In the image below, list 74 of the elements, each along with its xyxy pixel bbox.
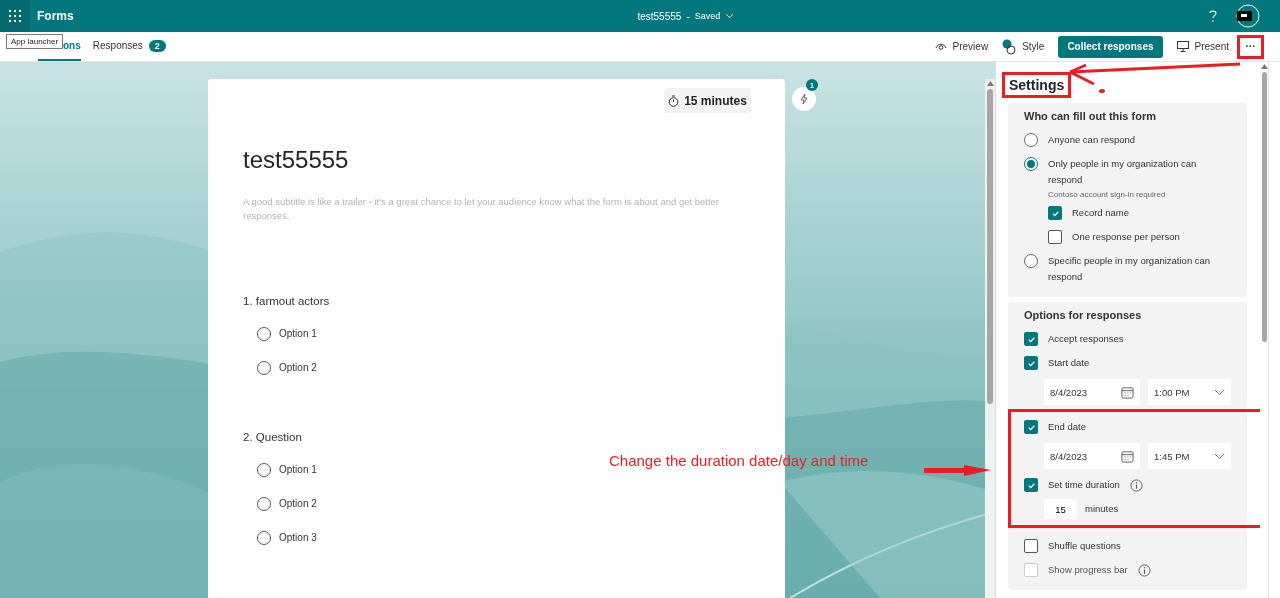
calendar-icon[interactable] — [1121, 449, 1134, 463]
option-label: Anyone can respond — [1048, 133, 1136, 147]
option-label: Set time duration — [1048, 478, 1120, 492]
checkbox[interactable] — [1024, 478, 1038, 492]
option-label: Shuffle questions — [1048, 539, 1121, 553]
style-button[interactable]: Style — [1002, 38, 1045, 55]
question-text[interactable]: 1. farmout actors — [243, 295, 750, 307]
lightning-icon — [799, 93, 809, 105]
option-label: Accept responses — [1048, 332, 1124, 346]
duration-field[interactable]: 15 — [1044, 499, 1077, 519]
radio-button[interactable] — [257, 360, 271, 375]
chevron-down-icon[interactable] — [1214, 388, 1225, 396]
scroll-up-icon[interactable] — [986, 81, 994, 86]
chevron-down-icon — [725, 13, 735, 19]
radio-button[interactable] — [257, 496, 271, 511]
option-label[interactable]: Option 2 — [279, 361, 317, 373]
more-button[interactable]: ··· — [1237, 34, 1264, 59]
option-label: One response per person — [1072, 230, 1180, 244]
form-title-menu[interactable]: test55555 - Saved — [637, 10, 735, 22]
tooltip: App launcher — [6, 34, 64, 49]
checkbox[interactable] — [1048, 230, 1062, 244]
checkbox[interactable] — [1048, 206, 1062, 220]
checkbox[interactable] — [1024, 332, 1038, 346]
option-label: End date — [1048, 420, 1087, 434]
radio-button[interactable] — [1024, 133, 1038, 147]
timer-text: 15 minutes — [684, 93, 747, 108]
annotation-arrow — [924, 464, 992, 478]
option-label[interactable]: Option 1 — [279, 327, 317, 339]
section-title: Who can fill out this form — [1024, 110, 1157, 122]
time-field[interactable]: 1:00 PM — [1148, 379, 1231, 405]
radio-button[interactable] — [1024, 157, 1038, 171]
option-label: Specific people in my organization can respond — [1048, 254, 1212, 284]
info-icon[interactable] — [1129, 479, 1143, 492]
checkbox[interactable] — [1024, 420, 1038, 434]
form-title[interactable]: test55555 — [243, 146, 750, 174]
time-field[interactable]: 1:45 PM — [1148, 443, 1231, 469]
count-badge: 2 — [148, 39, 166, 52]
scrollbar[interactable] — [985, 79, 995, 598]
app-name: Forms — [37, 9, 74, 23]
question-text[interactable]: 2. Question — [243, 431, 750, 443]
collect-responses-button[interactable]: Collect responses — [1058, 35, 1163, 58]
option-label: Show progress bar — [1048, 563, 1128, 577]
duration-unit: minutes — [1085, 502, 1119, 516]
monitor-icon — [1176, 41, 1189, 52]
option-label[interactable]: Option 1 — [279, 463, 317, 475]
option-note: Contoso account sign-in required — [1048, 190, 1167, 199]
app-launcher-button[interactable] — [0, 0, 30, 32]
chevron-down-icon[interactable] — [1214, 452, 1225, 460]
palette-icon — [1002, 38, 1017, 55]
stopwatch-icon — [668, 94, 680, 107]
radio-button[interactable] — [257, 462, 271, 477]
option-label[interactable]: Option 3 — [279, 531, 317, 543]
settings-title: Settings — [1002, 72, 1072, 98]
eye-icon — [934, 42, 947, 51]
radio-button[interactable] — [1024, 254, 1038, 268]
preview-button[interactable]: Preview — [934, 41, 989, 52]
date-field[interactable]: 8/4/2023 — [1044, 443, 1140, 469]
date-field[interactable]: 8/4/2023 — [1044, 379, 1140, 405]
present-button[interactable]: Present — [1176, 41, 1229, 52]
option-label: Only people in my organization can respond — [1048, 157, 1198, 187]
tab[interactable]: Responses 2 — [92, 32, 166, 61]
app-grid-icon — [9, 10, 21, 22]
radio-button[interactable] — [257, 530, 271, 545]
section-title: Options for responses — [1024, 309, 1143, 321]
checkbox[interactable] — [1024, 539, 1038, 553]
option-label: Record name — [1072, 206, 1130, 220]
option-label[interactable]: Option 2 — [279, 497, 317, 509]
scroll-up-icon[interactable] — [1260, 64, 1268, 69]
option-label: Start date — [1048, 356, 1090, 370]
radio-button[interactable] — [257, 326, 271, 341]
checkbox[interactable] — [1024, 356, 1038, 370]
help-icon[interactable] — [1208, 9, 1218, 23]
avatar-icon[interactable] — [1236, 4, 1260, 28]
calendar-icon[interactable] — [1121, 385, 1134, 399]
